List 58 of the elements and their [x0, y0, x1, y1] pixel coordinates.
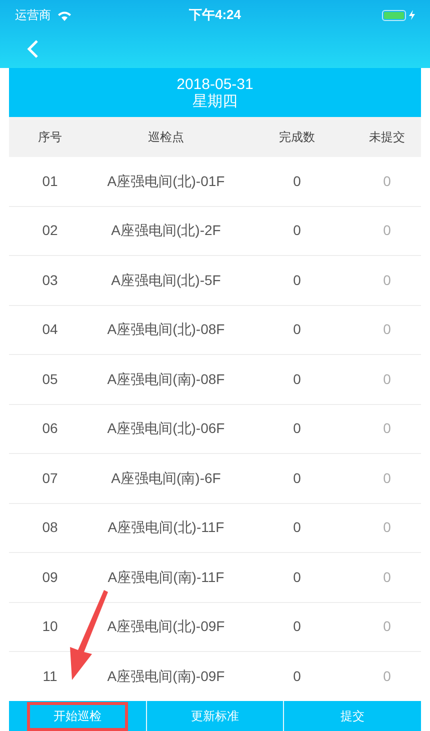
table-cell-text: 08	[42, 518, 58, 538]
table-cell-text: 0	[293, 468, 301, 488]
table-cell-text: 0	[383, 419, 391, 438]
table-cell-text: A座强电间(北)-5F	[111, 270, 221, 290]
table-cell-text: 0	[383, 172, 391, 191]
wifi-icon	[57, 10, 72, 20]
table-cell-text: 06	[42, 419, 58, 438]
table-cell-text: 01	[42, 172, 58, 191]
table-cell-text: A座强电间(北)-01F	[107, 172, 225, 191]
table-cell-text: 0	[383, 370, 391, 389]
table-cell-text: 0	[383, 221, 391, 240]
table-cell-text: 0	[383, 320, 391, 340]
table-cell-text: A座强电间(北)-2F	[111, 221, 221, 240]
table-cell-text: 09	[42, 568, 58, 587]
action-button[interactable]: 提交	[284, 701, 421, 731]
action-button[interactable]: 开始巡检	[9, 701, 146, 731]
table-cell-text: A座强电间(北)-09F	[107, 617, 225, 636]
table-cell-text: 0	[293, 221, 301, 240]
table-cell-text: 0	[293, 270, 301, 290]
carrier-name: 运营商	[15, 7, 51, 24]
table-cell-text: 0	[383, 270, 391, 290]
table-cell-text: 11	[42, 666, 58, 686]
battery-icon	[382, 10, 406, 20]
table-cell-text: 07	[42, 468, 58, 488]
table-cell-text: 0	[293, 617, 301, 636]
table-cell-text: 0	[293, 568, 301, 587]
table-cell-text: 03	[42, 270, 58, 290]
table-cell-text: 05	[42, 370, 58, 389]
table-cell-text: 0	[293, 320, 301, 340]
table-cell-text: 0	[293, 172, 301, 191]
column-header: 完成数	[279, 129, 315, 146]
table-cell-text: 0	[383, 568, 391, 587]
table-cell-text: 0	[383, 666, 391, 686]
charging-icon	[409, 10, 415, 20]
action-button[interactable]: 更新标准	[146, 701, 284, 731]
table-cell-text: 0	[293, 370, 301, 389]
table-cell-text: A座强电间(北)-08F	[107, 320, 225, 340]
column-header: 未提交	[369, 129, 405, 146]
table-cell-text: 02	[42, 221, 58, 240]
table-cell-text: A座强电间(南)-09F	[107, 666, 225, 686]
table-cell-text: 0	[383, 518, 391, 538]
table-cell-text: A座强电间(北)-06F	[107, 419, 225, 438]
table-cell-text: 0	[383, 617, 391, 636]
table-cell-text: A座强电间(南)-6F	[111, 468, 221, 488]
table-cell-text: 04	[42, 320, 58, 340]
table-cell-text: 0	[383, 468, 391, 488]
table-cell-text: 0	[293, 419, 301, 438]
table-cell-text: A座强电间(南)-11F	[108, 568, 224, 587]
column-header: 巡检点	[148, 129, 184, 146]
table-cell-text: 0	[293, 666, 301, 686]
column-header: 序号	[38, 129, 62, 146]
weekday-text: 星期四	[192, 92, 238, 110]
status-time: 下午4:24	[188, 6, 242, 24]
date-text: 2018-05-31	[176, 76, 254, 92]
table-cell-text: A座强电间(北)-11F	[108, 518, 224, 538]
table-cell-text: A座强电间(南)-08F	[107, 370, 225, 389]
table-cell-text: 0	[293, 518, 301, 538]
table-cell-text: 10	[42, 617, 58, 636]
